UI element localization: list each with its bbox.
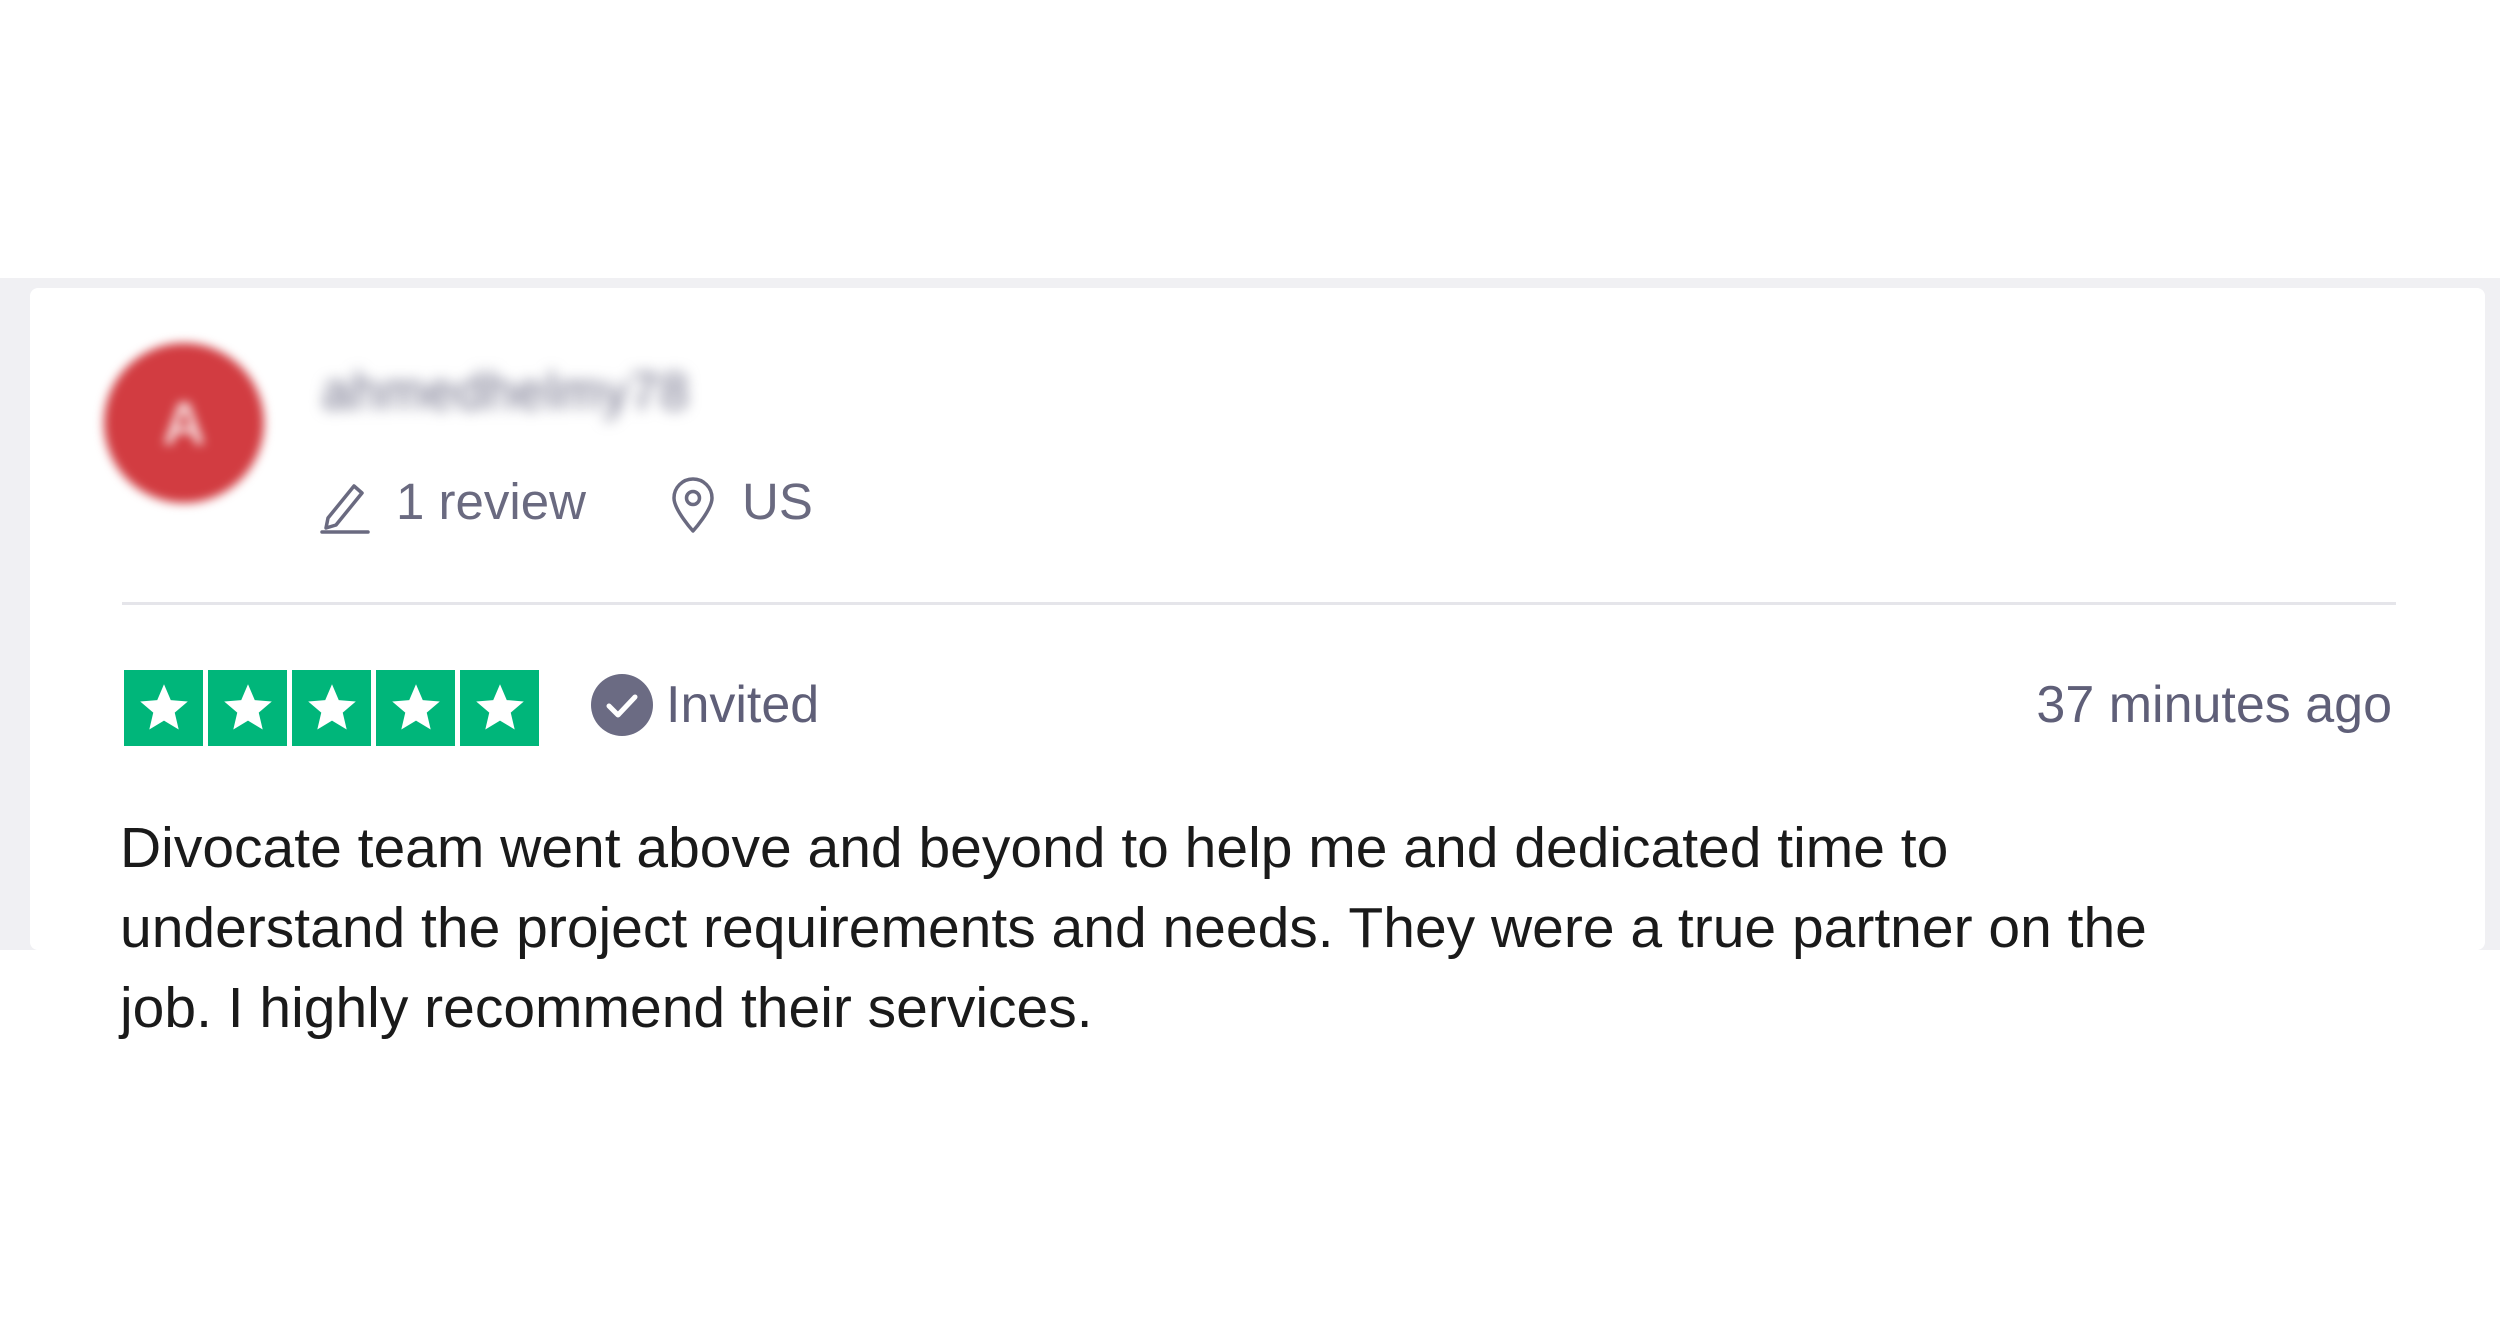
pencil-icon	[318, 478, 372, 539]
star-icon	[124, 670, 203, 746]
star-icon	[292, 670, 371, 746]
review-count[interactable]: 1 review	[396, 472, 586, 531]
avatar-letter: A	[162, 389, 206, 457]
location-pin-icon	[668, 476, 718, 539]
avatar[interactable]: A	[104, 343, 264, 503]
reviewer-name[interactable]: ahmedhelmy78	[322, 362, 690, 422]
review-body: Divocate team went above and beyond to h…	[120, 816, 2147, 1040]
star-rating	[124, 670, 539, 746]
star-icon	[460, 670, 539, 746]
location-label: US	[742, 473, 813, 530]
divider	[122, 602, 2396, 605]
review-timestamp: 37 minutes ago	[2036, 676, 2392, 734]
invited-label[interactable]: Invited	[666, 675, 819, 735]
star-icon	[376, 670, 455, 746]
star-icon	[208, 670, 287, 746]
verified-check-icon	[590, 673, 654, 742]
